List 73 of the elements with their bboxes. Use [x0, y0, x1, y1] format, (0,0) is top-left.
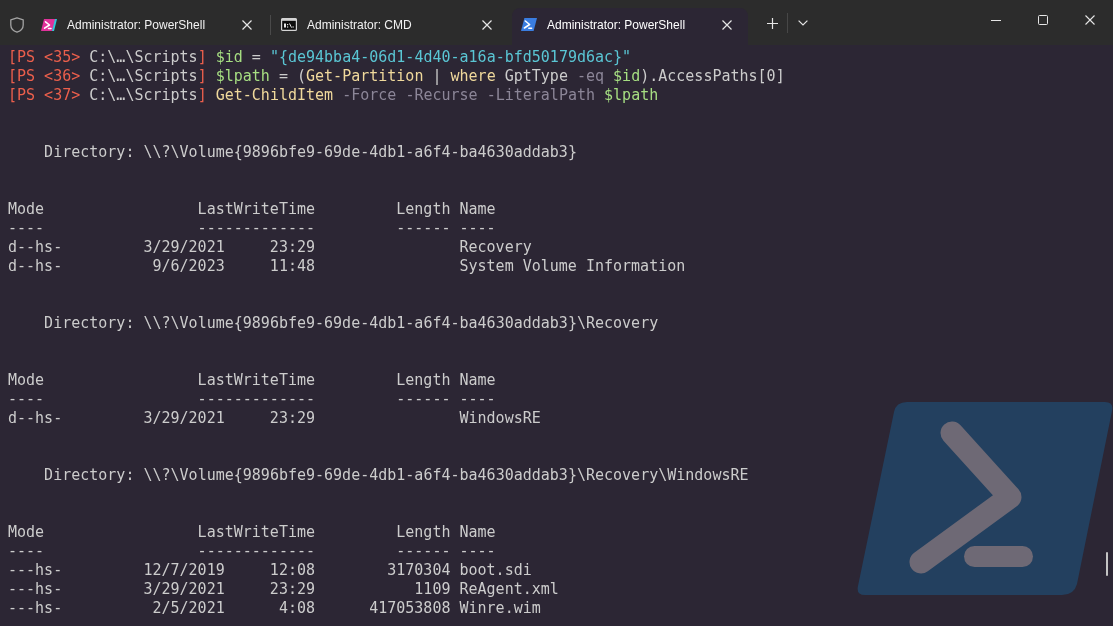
console-window-icon	[281, 18, 297, 31]
column-underline: ----	[459, 390, 496, 409]
command-line: [PS <37> C:\…\Scripts] Get-ChildItem -Force -Recurse -LiteralPath $lpath	[8, 86, 659, 104]
file-time: 12:08	[269, 561, 315, 580]
file-name: ReAgent.xml	[459, 580, 559, 599]
file-mode: d--hs-	[8, 409, 63, 428]
file-name: System Volume Information	[459, 257, 686, 276]
close-icon	[1084, 15, 1095, 25]
column-header: LastWriteTime	[197, 200, 315, 219]
file-date: 3/29/2021	[143, 238, 225, 257]
column-underline: -------------	[197, 390, 315, 409]
close-icon	[482, 19, 492, 30]
plus-icon	[766, 17, 778, 29]
column-header: Mode	[8, 523, 45, 542]
column-header: Name	[459, 371, 496, 390]
scrollbar-thumb[interactable]	[1106, 552, 1108, 576]
close-icon	[722, 19, 732, 30]
column-header: Mode	[8, 200, 45, 219]
close-icon	[242, 19, 252, 30]
file-name: boot.sdi	[459, 561, 532, 580]
file-time: 23:29	[269, 409, 315, 428]
file-date: 3/29/2021	[143, 409, 225, 428]
file-date: 12/7/2019	[143, 561, 225, 580]
column-underline: ------	[396, 390, 451, 409]
column-header: LastWriteTime	[197, 523, 315, 542]
column-header: Mode	[8, 371, 45, 390]
tab[interactable]: Administrator: PowerShell	[32, 8, 268, 45]
column-underline: ----	[8, 219, 45, 238]
file-date: 9/6/2023	[152, 257, 225, 276]
command-line: [PS <35> C:\…\Scripts] $id = "{de94bba4-06d1-4d40-a16a-bfd50179d6ac}"	[8, 48, 632, 66]
column-underline: -------------	[197, 542, 315, 561]
file-time: 4:08	[278, 599, 315, 618]
column-header: Name	[459, 523, 496, 542]
file-date: 2/5/2021	[152, 599, 225, 618]
file-name: Winre.wim	[459, 599, 541, 618]
file-mode: ---hs-	[8, 599, 63, 618]
minimize-icon	[990, 19, 1001, 21]
terminal-prompt-icon	[41, 17, 57, 32]
chevron-down-icon	[798, 20, 808, 26]
file-name: Recovery	[459, 238, 532, 257]
directory-heading: Directory: \\?\Volume{9896bfe9-69de-4db1-a6f4-ba4630addab3}\Recovery	[44, 314, 659, 332]
file-time: 23:29	[269, 580, 315, 599]
tab[interactable]: Administrator: PowerShell	[512, 8, 748, 45]
column-underline: -------------	[197, 219, 315, 238]
column-underline: ------	[396, 219, 451, 238]
column-underline: ----	[8, 390, 45, 409]
file-time: 11:48	[269, 257, 315, 276]
file-mode: d--hs-	[8, 257, 63, 276]
column-underline: ----	[8, 542, 45, 561]
column-header: LastWriteTime	[197, 371, 315, 390]
terminal-prompt-icon	[521, 18, 537, 31]
file-time: 23:29	[269, 238, 315, 257]
directory-heading: Directory: \\?\Volume{9896bfe9-69de-4db1-a6f4-ba4630addab3}\Recovery\WindowsRE	[44, 466, 749, 484]
file-mode: d--hs-	[8, 238, 63, 257]
file-length: 1109	[414, 580, 451, 599]
file-mode: ---hs-	[8, 580, 63, 599]
column-header: Length	[396, 200, 451, 219]
column-underline: ------	[396, 542, 451, 561]
column-header: Length	[396, 371, 451, 390]
shield-icon	[10, 16, 24, 33]
file-name: WindowsRE	[459, 409, 541, 428]
command-line: [PS <36> C:\…\Scripts] $lpath = (Get-Partition | where GptType -eq $id).AccessPaths[0]	[8, 67, 785, 85]
file-date: 3/29/2021	[143, 580, 225, 599]
column-header: Name	[459, 200, 496, 219]
directory-heading: Directory: \\?\Volume{9896bfe9-69de-4db1-a6f4-ba4630addab3}	[44, 143, 577, 161]
column-underline: ----	[459, 219, 496, 238]
file-length: 3170304	[387, 561, 451, 580]
file-mode: ---hs-	[8, 561, 63, 580]
maximize-icon	[1037, 15, 1048, 25]
file-length: 417053808	[369, 599, 451, 618]
column-header: Length	[396, 523, 451, 542]
column-underline: ----	[459, 542, 496, 561]
tab[interactable]: Administrator: CMD	[272, 8, 508, 45]
